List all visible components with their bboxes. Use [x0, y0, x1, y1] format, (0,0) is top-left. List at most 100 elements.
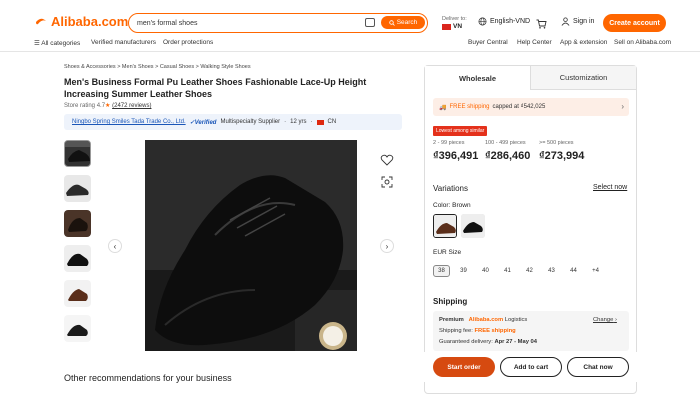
supplier-years: 12 yrs	[290, 119, 307, 125]
action-bar: Start order Add to cart Chat now	[424, 352, 637, 382]
logistics-row: Premium Alibaba.com Logistics	[439, 317, 527, 323]
breadcrumb[interactable]: Shoes & Accessories > Men's Shoes > Casu…	[64, 64, 251, 70]
alibaba-logo[interactable]: Alibaba.com	[34, 14, 128, 29]
price-tier: 100 - 499 pieces ₫286,460	[485, 140, 530, 162]
tier-quantity: 2 - 99 pieces	[433, 140, 465, 146]
tier-quantity: >= 500 pieces	[539, 140, 574, 146]
all-categories-label: All categories	[41, 40, 81, 47]
search-input[interactable]: men's formal shoes	[137, 20, 197, 27]
thumbnail[interactable]	[64, 210, 91, 237]
sell-link[interactable]: Sell on Alibaba.com	[614, 39, 671, 46]
image-search-button[interactable]	[380, 175, 394, 189]
help-center-link[interactable]: Help Center	[517, 39, 552, 46]
thumbnail[interactable]	[64, 175, 91, 202]
heart-icon	[380, 154, 394, 166]
alibaba-logistics-brand: Alibaba.com	[468, 317, 504, 323]
cart-icon	[536, 19, 547, 29]
thumbnail[interactable]	[64, 140, 91, 167]
separator: ·	[284, 119, 287, 125]
logistics-label: Logistics	[504, 317, 528, 323]
truck-icon: 🚚	[439, 104, 447, 111]
color-swatch-brown[interactable]	[433, 214, 457, 238]
shoe-swatch-icon	[434, 215, 456, 237]
deliver-to[interactable]: Deliver to: VN	[442, 15, 467, 31]
camera-icon[interactable]	[365, 18, 375, 27]
thumbnail[interactable]	[64, 315, 91, 342]
shoe-thumbnail-icon	[65, 141, 90, 162]
favorite-button[interactable]	[380, 153, 394, 167]
tier-price: ₫273,994	[539, 150, 585, 162]
verified-label: Verified	[194, 119, 217, 126]
start-order-button[interactable]: Start order	[433, 357, 495, 377]
logistics-box: Premium Alibaba.com Logistics Change › S…	[433, 311, 629, 351]
buyer-central-link[interactable]: Buyer Central	[468, 39, 508, 46]
shoe-thumbnail-icon	[68, 289, 88, 301]
verified-badge: ✓Verified	[189, 119, 217, 126]
chevron-left-icon: ‹	[113, 241, 117, 251]
vietnam-flag-icon	[442, 23, 451, 30]
shoe-thumbnail-icon	[67, 253, 89, 266]
search-button[interactable]: Search	[381, 16, 425, 29]
reviews-link[interactable]: (2472 reviews)	[112, 103, 151, 109]
supplier-type: Multispecialty Supplier	[220, 119, 281, 125]
search-button-label: Search	[396, 19, 418, 26]
shipping-title: Shipping	[433, 297, 468, 306]
chat-now-button[interactable]: Chat now	[567, 357, 629, 377]
all-categories-link[interactable]: ☰ All categories	[34, 39, 80, 47]
sub-navigation: ☰ All categories Verified manufacturers …	[0, 36, 700, 50]
verified-manufacturers-link[interactable]: Verified manufacturers	[91, 39, 156, 46]
color-swatch-black[interactable]	[461, 214, 485, 238]
tab-wholesale[interactable]: Wholesale	[425, 66, 531, 90]
shoe-thumbnail-icon	[68, 218, 88, 232]
chevron-right-icon: ›	[614, 317, 617, 323]
supplier-bar: Ningbo Spring Smiles Tada Trade Co., Ltd…	[64, 114, 402, 130]
size-option[interactable]: 41	[499, 265, 516, 277]
deliver-label: Deliver to:	[442, 16, 467, 22]
shoe-thumbnail-icon	[67, 324, 88, 336]
signin-link[interactable]: Sign in	[561, 17, 594, 26]
app-extension-link[interactable]: App & extension	[560, 39, 607, 46]
change-shipping-link[interactable]: Change ›	[593, 317, 617, 323]
color-label: Color: Brown	[433, 202, 471, 209]
create-account-button[interactable]: Create account	[603, 14, 666, 32]
size-option[interactable]: 44	[565, 265, 582, 277]
thumbnail[interactable]	[64, 245, 91, 272]
shoe-swatch-icon	[461, 214, 485, 238]
product-gallery[interactable]: ‹ ›	[100, 140, 402, 351]
header-divider	[0, 51, 700, 52]
size-label: EUR Size	[433, 249, 462, 256]
logo-text: Alibaba.com	[51, 14, 129, 29]
shipping-fee-value: FREE shipping	[474, 328, 516, 334]
cart-button[interactable]	[536, 16, 547, 34]
thumbnail[interactable]	[64, 280, 91, 307]
change-label: Change	[593, 317, 614, 323]
size-option[interactable]: 39	[455, 265, 472, 277]
search-bar[interactable]: men's formal shoes Search	[128, 13, 428, 33]
size-option[interactable]: 42	[521, 265, 538, 277]
free-shipping-banner[interactable]: 🚚 FREE shipping capped at ₫542,025 ›	[433, 98, 629, 116]
size-option-more[interactable]: +4	[587, 265, 604, 277]
size-options: 38 39 40 41 42 43 44 +4	[433, 265, 604, 277]
tier-quantity: 100 - 499 pieces	[485, 140, 526, 146]
tab-customization[interactable]: Customization	[531, 66, 636, 90]
add-to-cart-button[interactable]: Add to cart	[500, 357, 562, 377]
guaranteed-value: Apr 27 - May 04	[494, 339, 537, 345]
deliver-country: VN	[453, 23, 463, 30]
shipping-fee-row: Shipping fee: FREE shipping	[439, 328, 516, 334]
guaranteed-row: Guaranteed delivery: Apr 27 - May 04	[439, 339, 537, 345]
size-option[interactable]: 43	[543, 265, 560, 277]
shipping-cap: capped at ₫542,025	[492, 104, 546, 110]
supplier-name[interactable]: Ningbo Spring Smiles Tada Trade Co., Ltd…	[72, 119, 186, 125]
shipping-fee-label: Shipping fee:	[439, 328, 473, 334]
free-shipping-label: FREE shipping	[449, 104, 490, 110]
size-option[interactable]: 38	[433, 265, 450, 277]
gallery-prev-button[interactable]: ‹	[108, 239, 122, 253]
panel-tabs: Wholesale Customization	[425, 66, 636, 90]
order-protections-link[interactable]: Order protections	[163, 39, 213, 46]
language-selector[interactable]: English-VND	[478, 17, 530, 26]
select-now-link[interactable]: Select now	[593, 184, 627, 191]
chevron-right-icon: ›	[621, 102, 624, 111]
gallery-next-button[interactable]: ›	[380, 239, 394, 253]
tier-price: ₫286,460	[485, 150, 531, 162]
size-option[interactable]: 40	[477, 265, 494, 277]
